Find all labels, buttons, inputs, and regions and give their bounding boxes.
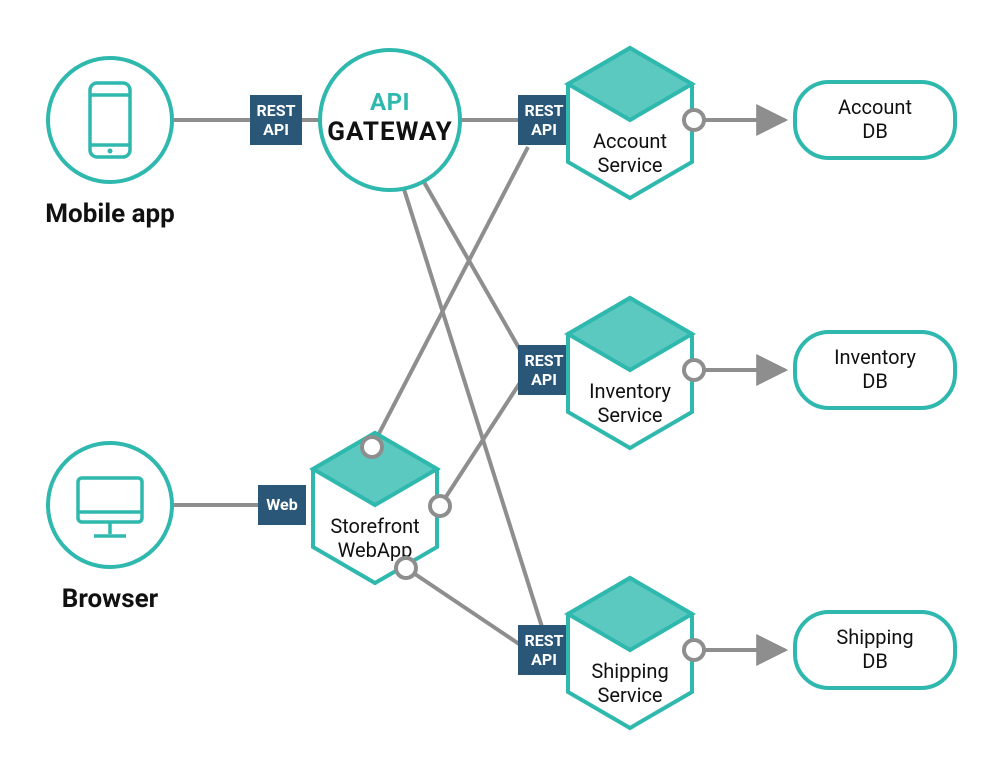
browser-label: Browser: [62, 584, 159, 614]
rest-api-badge-account: REST API: [518, 95, 570, 145]
svg-text:DB: DB: [862, 119, 888, 143]
account-service-node: Account Service: [568, 48, 704, 198]
rest-api-badge-shipping: REST API: [518, 625, 570, 675]
account-db-node: Account DB: [795, 82, 955, 158]
svg-text:Service: Service: [597, 403, 662, 427]
svg-text:Inventory: Inventory: [589, 379, 671, 403]
svg-text:Web: Web: [266, 495, 297, 514]
rest-api-badge-inventory: REST API: [518, 345, 570, 395]
svg-text:Account: Account: [593, 129, 667, 153]
svg-text:API: API: [263, 120, 289, 139]
svg-text:Shipping: Shipping: [836, 625, 913, 649]
svg-text:API: API: [531, 370, 557, 389]
shipping-db-node: Shipping DB: [795, 612, 955, 688]
rest-api-badge-gateway: REST API: [250, 95, 302, 145]
svg-text:REST: REST: [256, 101, 295, 120]
svg-text:API: API: [531, 120, 557, 139]
gateway-line1: API: [370, 88, 410, 116]
svg-text:Inventory: Inventory: [834, 345, 916, 369]
storefront-service-node: Storefront WebApp: [313, 433, 450, 583]
api-gateway-node: API GATEWAY: [320, 50, 460, 190]
mobile-app-node: Mobile app: [45, 58, 175, 229]
web-badge: Web: [258, 485, 306, 525]
svg-text:REST: REST: [524, 101, 563, 120]
svg-text:API: API: [531, 650, 557, 669]
svg-text:DB: DB: [862, 649, 888, 673]
svg-text:REST: REST: [524, 351, 563, 370]
svg-text:DB: DB: [862, 369, 888, 393]
inventory-service-node: Inventory Service: [568, 298, 704, 448]
svg-text:REST: REST: [524, 631, 563, 650]
svg-text:Storefront: Storefront: [330, 514, 419, 538]
svg-text:Account: Account: [838, 95, 912, 119]
browser-node: Browser: [48, 443, 172, 614]
svg-text:Shipping: Shipping: [591, 659, 668, 683]
mobile-app-label: Mobile app: [45, 199, 175, 229]
shipping-service-node: Shipping Service: [568, 578, 704, 728]
inventory-db-node: Inventory DB: [795, 332, 955, 408]
gateway-line2: GATEWAY: [327, 117, 452, 147]
svg-text:Service: Service: [597, 683, 662, 707]
svg-text:Service: Service: [597, 153, 662, 177]
